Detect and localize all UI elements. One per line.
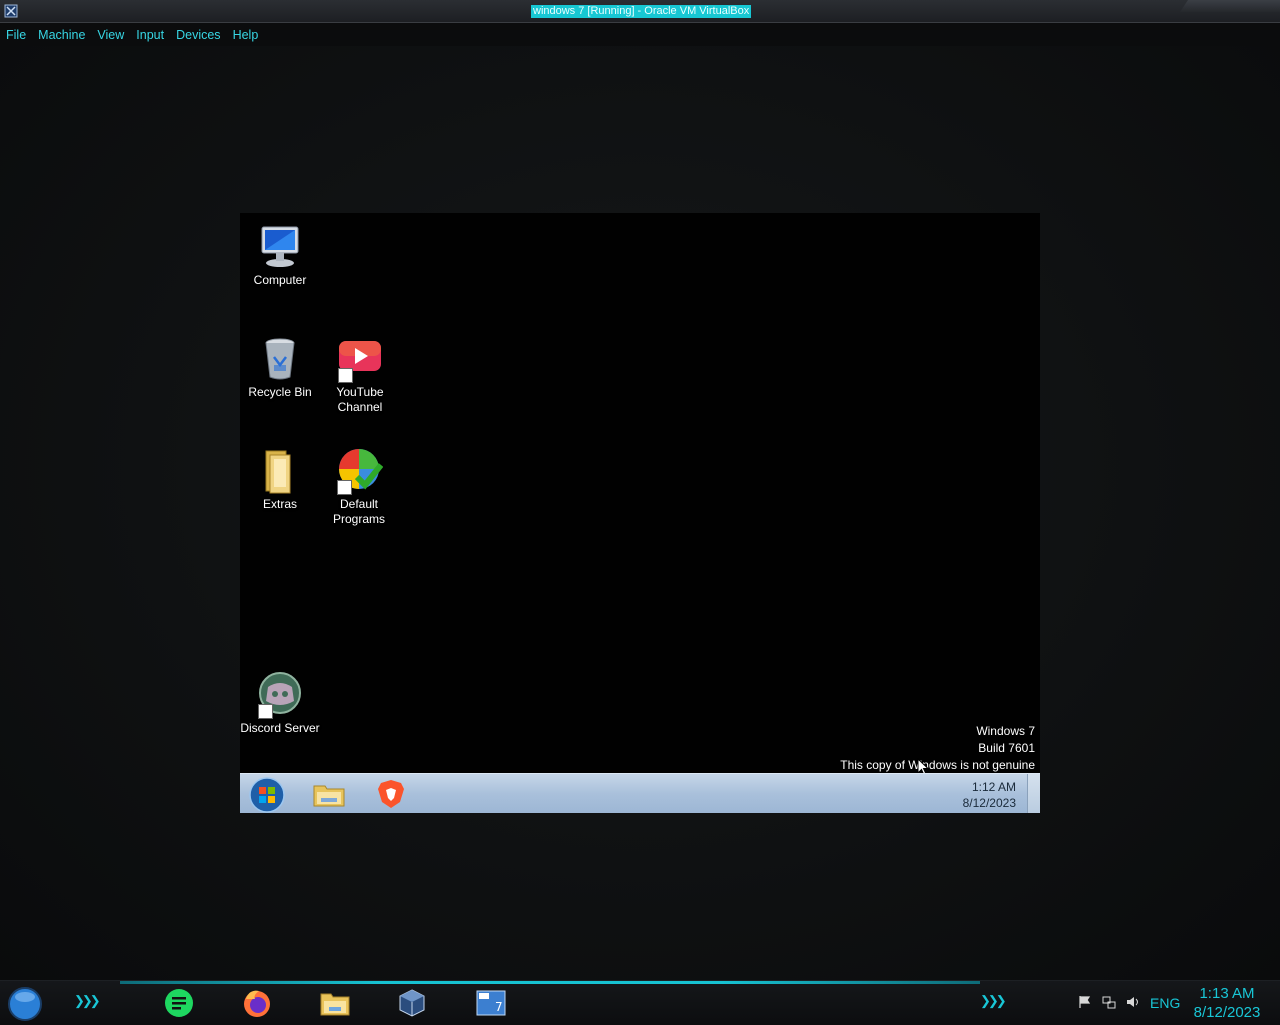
notes-app-icon[interactable] — [163, 987, 195, 1019]
desktop-icon-default-programs[interactable]: Default Programs — [317, 447, 401, 527]
desktop-icon-label: Recycle Bin — [248, 385, 312, 399]
menu-input[interactable]: Input — [130, 24, 170, 46]
default-programs-icon — [335, 447, 384, 495]
guest-clock-time: 1:12 AM — [971, 780, 1016, 794]
windows7-vm-icon[interactable]: 7 — [475, 987, 507, 1019]
shortcut-arrow-icon — [338, 368, 353, 383]
language-indicator[interactable]: ENG — [1150, 995, 1180, 1011]
host-clock-time: 1:13 AM — [1199, 985, 1255, 1002]
host-clock[interactable]: 1:13 AM 8/12/2023 — [1190, 984, 1264, 1022]
menu-file[interactable]: File — [0, 24, 32, 46]
network-icon[interactable] — [1102, 995, 1116, 1009]
desktop-icon-label: Default Programs — [332, 497, 385, 526]
watermark-build: Build 7601 — [978, 741, 1035, 755]
guest-screen[interactable]: Computer Recycle Bin YouTube Channel Ext — [240, 213, 1040, 813]
desktop-icon-label: YouTube Channel — [336, 385, 384, 414]
desktop-icon-label: Computer — [253, 273, 307, 287]
folder-icon — [265, 450, 291, 494]
brave-icon[interactable] — [373, 778, 409, 810]
guest-clock-date: 8/12/2023 — [962, 796, 1016, 810]
desktop-icon-recycle-bin[interactable]: Recycle Bin — [240, 335, 322, 400]
virtualbox-icon[interactable] — [396, 987, 428, 1019]
svg-text:7: 7 — [495, 1000, 503, 1014]
menu-help[interactable]: Help — [227, 24, 265, 46]
menu-bar: File Machine View Input Devices Help — [0, 24, 264, 46]
watermark-genuine: This copy of Windows is not genuine — [840, 758, 1035, 772]
virtualbox-icon[interactable] — [3, 3, 19, 19]
menu-view[interactable]: View — [91, 24, 130, 46]
firefox-icon[interactable] — [241, 987, 273, 1019]
shortcut-arrow-icon — [258, 704, 273, 719]
computer-icon — [261, 226, 299, 267]
desktop-icon-label: Extras — [262, 497, 297, 511]
desktop-icon-extras[interactable]: Extras — [240, 447, 322, 512]
start-orb-icon[interactable] — [248, 776, 286, 813]
guest-taskbar: 1:12 AM 8/12/2023 — [240, 773, 1040, 813]
chevron-decoration-icon: ❯❯❯ — [74, 993, 101, 1008]
desktop-icon-discord-server[interactable]: Discord Server — [240, 671, 322, 736]
taskbar-accent-line — [120, 981, 980, 984]
explorer-icon[interactable] — [311, 778, 347, 810]
flag-icon[interactable] — [1078, 995, 1092, 1009]
desktop-icon-computer[interactable]: Computer — [240, 223, 322, 288]
file-explorer-icon[interactable] — [319, 987, 351, 1019]
windows-watermark: Windows 7 Build 7601 This copy of Window… — [840, 723, 1035, 774]
shortcut-arrow-icon — [337, 480, 352, 495]
host-title-bar: windows 7 [Running] - Oracle VM VirtualB… — [0, 0, 1280, 23]
volume-icon[interactable] — [1126, 995, 1140, 1009]
window-title: windows 7 [Running] - Oracle VM VirtualB… — [531, 5, 752, 18]
chevron-decoration-icon: ❯❯❯ — [980, 993, 1007, 1008]
show-desktop-button[interactable] — [1027, 774, 1040, 813]
guest-clock[interactable]: 1:12 AM 8/12/2023 — [963, 779, 1016, 811]
menu-machine[interactable]: Machine — [32, 24, 91, 46]
discord-icon — [256, 671, 304, 719]
menu-devices[interactable]: Devices — [170, 24, 226, 46]
titlebar-decoration — [1180, 0, 1280, 12]
watermark-os: Windows 7 — [976, 724, 1035, 738]
desktop-icon-label: Discord Server — [240, 721, 320, 735]
start-orb-icon[interactable] — [7, 986, 43, 1022]
youtube-icon — [336, 335, 384, 383]
host-clock-date: 8/12/2023 — [1193, 1004, 1261, 1021]
recycle-bin-icon — [265, 338, 295, 380]
desktop-icon-youtube-channel[interactable]: YouTube Channel — [318, 335, 402, 415]
host-taskbar: ❯❯❯ 7 ❯❯❯ ENG 1:13 AM 8/12/2023 — [0, 980, 1280, 1025]
